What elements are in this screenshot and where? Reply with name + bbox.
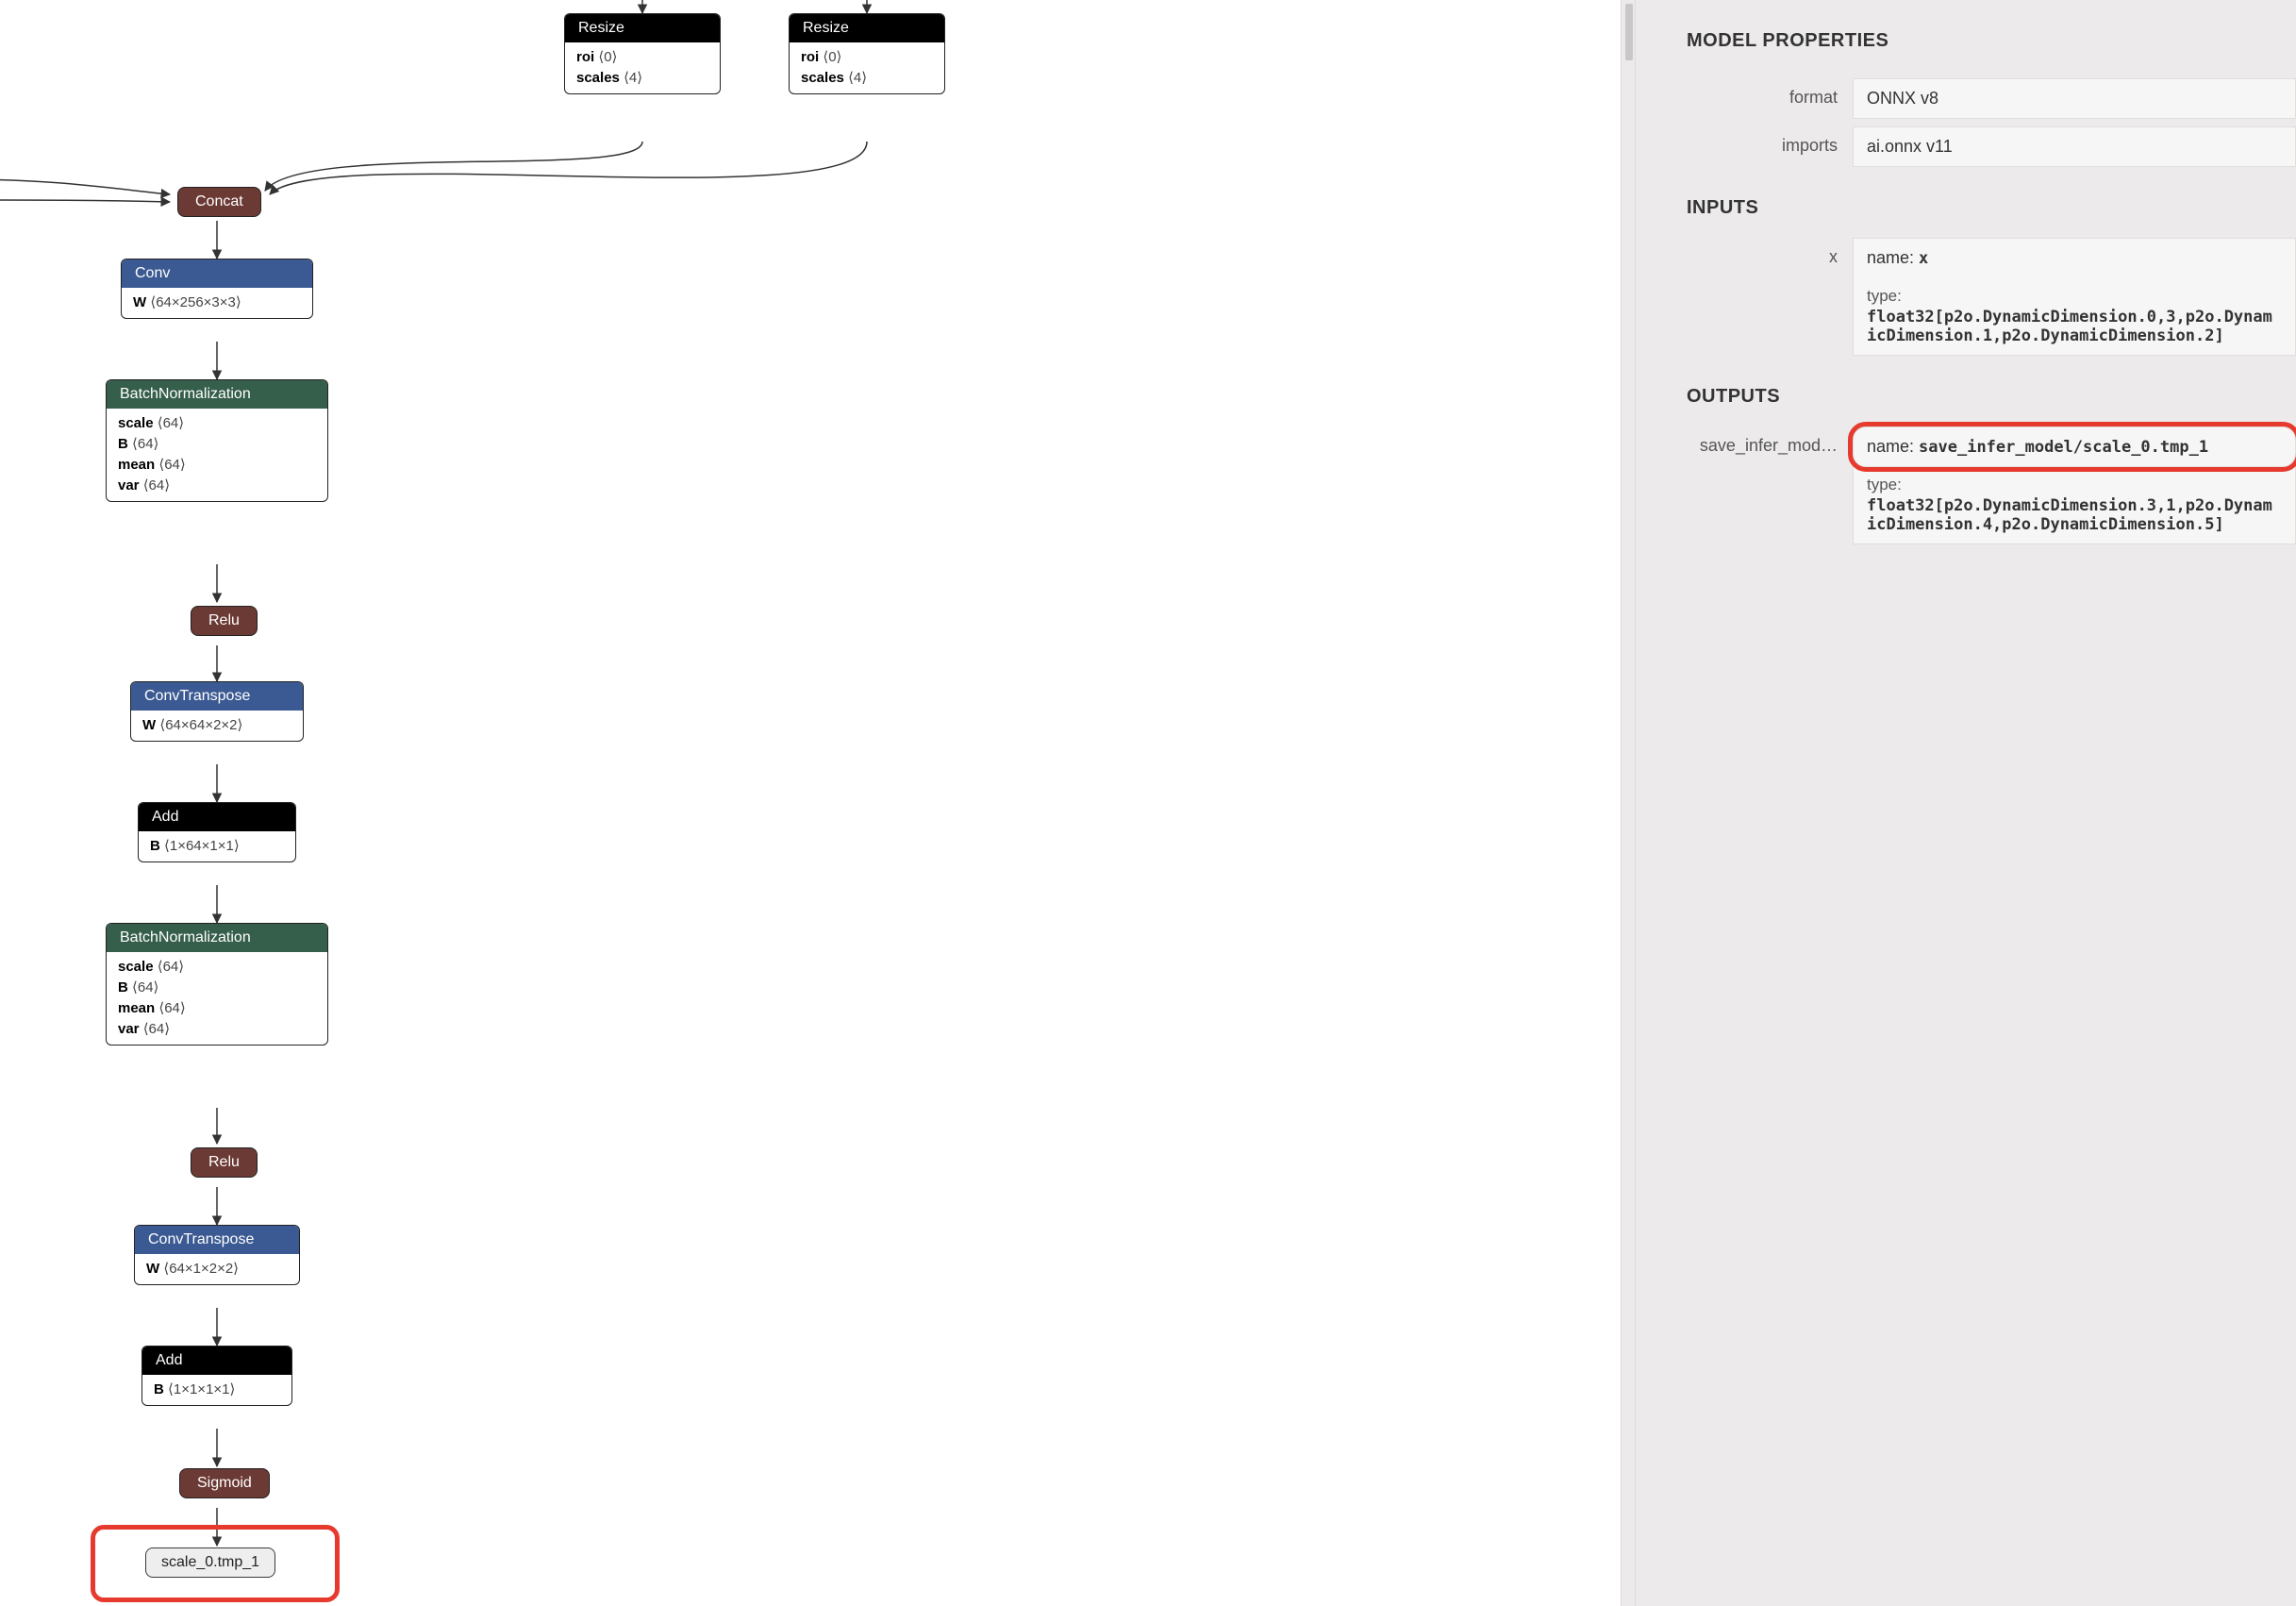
param-label: mean — [118, 1000, 155, 1016]
param-dim: ⟨64⟩ — [158, 457, 185, 473]
param-dim: ⟨64×1×2×2⟩ — [163, 1261, 239, 1277]
input-row-x: x name: x — [1636, 238, 2296, 278]
node-header: Add — [142, 1347, 291, 1375]
param-dim: ⟨64⟩ — [158, 959, 184, 975]
node-header: Add — [139, 803, 295, 831]
node-header: Resize — [790, 14, 944, 42]
param-label: W — [142, 717, 156, 733]
param-dim: ⟨64⟩ — [158, 1000, 185, 1016]
output-name[interactable]: name: save_infer_model/scale_0.tmp_1 — [1853, 427, 2296, 467]
name-label: name: — [1867, 248, 1919, 267]
properties-panel: MODEL PROPERTIES format ONNX v8 imports … — [1636, 0, 2296, 1606]
output-row: save_infer_mod… name: save_infer_model/s… — [1636, 427, 2296, 467]
type-label: type: — [1867, 476, 2282, 494]
param-dim: ⟨64⟩ — [132, 979, 158, 995]
param-dim: ⟨64×64×2×2⟩ — [159, 717, 242, 733]
input-type[interactable]: type: float32[p2o.DynamicDimension.0,3,p… — [1853, 277, 2296, 356]
param-dim: ⟨64⟩ — [143, 1021, 170, 1037]
param-dim: ⟨1×1×1×1⟩ — [168, 1381, 235, 1397]
param-label: B — [154, 1381, 164, 1397]
node-concat[interactable]: Concat — [177, 187, 261, 217]
param-dim: ⟨1×64×1×1⟩ — [164, 838, 240, 854]
param-label: mean — [118, 457, 155, 473]
param-dim: ⟨64×256×3×3⟩ — [150, 294, 241, 310]
node-header: ConvTranspose — [131, 682, 303, 711]
param-dim: ⟨64⟩ — [158, 415, 184, 431]
param-label: B — [118, 979, 128, 995]
param-label: W — [146, 1261, 159, 1277]
node-resize-1[interactable]: Resize roi ⟨0⟩ scales ⟨4⟩ — [564, 13, 721, 94]
node-batchnorm-1[interactable]: BatchNormalization scale ⟨64⟩ B ⟨64⟩ mea… — [106, 379, 328, 502]
param-label: scale — [118, 415, 154, 431]
name-value: x — [1919, 249, 1928, 268]
prop-row-format: format ONNX v8 — [1636, 78, 2296, 119]
param-label: scale — [118, 959, 154, 975]
node-relu-1[interactable]: Relu — [191, 606, 258, 636]
param-label: scales — [801, 70, 844, 86]
name-label: name: — [1867, 437, 1919, 456]
param-dim: ⟨0⟩ — [823, 49, 841, 65]
param-dim: ⟨64⟩ — [132, 436, 158, 452]
node-relu-2[interactable]: Relu — [191, 1147, 258, 1178]
input-name[interactable]: name: x — [1853, 238, 2296, 278]
output-type[interactable]: type: float32[p2o.DynamicDimension.3,1,p… — [1853, 466, 2296, 544]
node-header: Resize — [565, 14, 720, 42]
param-label: W — [133, 294, 146, 310]
output-tensor-pill[interactable]: scale_0.tmp_1 — [145, 1547, 275, 1578]
param-dim: ⟨4⟩ — [848, 70, 867, 86]
section-heading-inputs: INPUTS — [1636, 175, 2296, 230]
prop-val[interactable]: ai.onnx v11 — [1853, 126, 2296, 167]
node-header: BatchNormalization — [107, 924, 327, 952]
section-heading-outputs: OUTPUTS — [1636, 363, 2296, 419]
type-value: float32[p2o.DynamicDimension.0,3,p2o.Dyn… — [1867, 308, 2282, 345]
input-key: x — [1636, 238, 1853, 267]
node-batchnorm-2[interactable]: BatchNormalization scale ⟨64⟩ B ⟨64⟩ mea… — [106, 923, 328, 1046]
param-dim: ⟨64⟩ — [143, 477, 170, 494]
output-row-type: type: float32[p2o.DynamicDimension.3,1,p… — [1636, 475, 2296, 544]
node-add-2[interactable]: Add B ⟨1×1×1×1⟩ — [141, 1346, 292, 1406]
node-convtranspose-2[interactable]: ConvTranspose W ⟨64×1×2×2⟩ — [134, 1225, 300, 1285]
prop-row-imports: imports ai.onnx v11 — [1636, 126, 2296, 167]
splitter[interactable] — [1621, 0, 1636, 1606]
input-row-x-type: type: float32[p2o.DynamicDimension.0,3,p… — [1636, 286, 2296, 356]
node-resize-2[interactable]: Resize roi ⟨0⟩ scales ⟨4⟩ — [789, 13, 945, 94]
param-label: roi — [801, 49, 819, 65]
prop-key: format — [1636, 78, 1853, 108]
spacer — [1636, 286, 1853, 295]
name-value: save_infer_model/scale_0.tmp_1 — [1919, 438, 2208, 457]
param-label: roi — [576, 49, 594, 65]
param-label: B — [118, 436, 128, 452]
node-add-1[interactable]: Add B ⟨1×64×1×1⟩ — [138, 802, 296, 862]
prop-val[interactable]: ONNX v8 — [1853, 78, 2296, 119]
param-label: var — [118, 1021, 140, 1037]
node-conv[interactable]: Conv W ⟨64×256×3×3⟩ — [121, 259, 313, 319]
type-value: float32[p2o.DynamicDimension.3,1,p2o.Dyn… — [1867, 496, 2282, 534]
node-header: Conv — [122, 259, 312, 288]
type-label: type: — [1867, 287, 2282, 306]
node-sigmoid[interactable]: Sigmoid — [179, 1468, 270, 1498]
graph-canvas[interactable]: Resize roi ⟨0⟩ scales ⟨4⟩ Resize roi ⟨0⟩… — [0, 0, 1621, 1606]
node-header: ConvTranspose — [135, 1226, 299, 1254]
output-key: save_infer_mod… — [1636, 427, 1853, 456]
param-label: B — [150, 838, 160, 854]
param-label: scales — [576, 70, 620, 86]
spacer — [1636, 475, 1853, 484]
node-convtranspose-1[interactable]: ConvTranspose W ⟨64×64×2×2⟩ — [130, 681, 304, 742]
section-heading-model-properties: MODEL PROPERTIES — [1636, 25, 2296, 71]
prop-key: imports — [1636, 126, 1853, 156]
param-dim: ⟨0⟩ — [598, 49, 617, 65]
param-label: var — [118, 477, 140, 494]
param-dim: ⟨4⟩ — [624, 70, 642, 86]
node-header: BatchNormalization — [107, 380, 327, 409]
